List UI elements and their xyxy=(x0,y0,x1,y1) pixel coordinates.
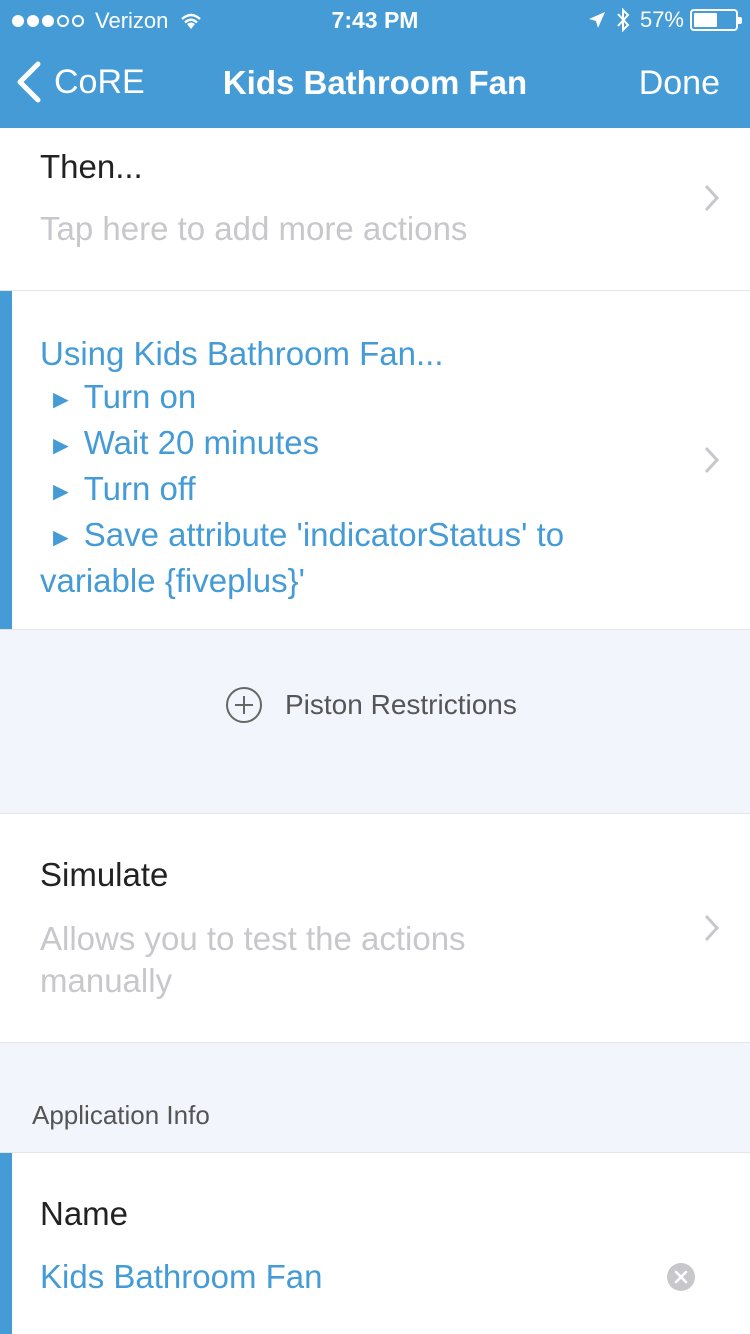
action-item: ► Turn off xyxy=(48,470,196,507)
bluetooth-icon xyxy=(617,8,630,32)
battery-level-fill xyxy=(694,13,717,27)
status-right: 57% xyxy=(588,7,742,33)
header-bar: Verizon 7:43 PM 57% CoRE Kids Bathroom F… xyxy=(0,0,750,128)
done-button[interactable]: Done xyxy=(639,64,720,103)
arrow-right-icon: ► xyxy=(48,476,74,506)
restrictions-label: Piston Restrictions xyxy=(285,689,517,720)
simulate-title: Simulate xyxy=(40,856,169,893)
chevron-right-icon xyxy=(704,914,720,942)
chevron-right-icon xyxy=(704,446,720,474)
restrictions-section: Piston Restrictions xyxy=(0,630,750,813)
accent-bar xyxy=(0,291,12,629)
back-button[interactable]: CoRE xyxy=(14,60,145,104)
location-icon xyxy=(588,12,605,28)
action-item: ► Turn on xyxy=(48,378,197,415)
then-title: Then... xyxy=(40,148,143,185)
chevron-left-icon xyxy=(17,61,41,103)
action-item: ► Wait 20 minutes xyxy=(48,424,320,461)
chevron-right-icon xyxy=(704,184,720,212)
then-row[interactable]: Then... Tap here to add more actions xyxy=(0,128,750,290)
actions-list: Using Kids Bathroom Fan... ► Turn on ► Wai… xyxy=(40,332,564,602)
arrow-right-icon: ► xyxy=(48,522,74,552)
arrow-right-icon: ► xyxy=(48,430,74,460)
plus-circle-icon xyxy=(226,687,262,723)
actions-row[interactable]: Using Kids Bathroom Fan... ► Turn on ► Wai… xyxy=(0,291,750,629)
then-subtitle: Tap here to add more actions xyxy=(40,210,468,247)
action-item-continuation: variable {fiveplus}' xyxy=(40,562,305,599)
navigation-bar: CoRE Kids Bathroom Fan Done xyxy=(0,40,750,128)
battery-icon xyxy=(690,9,742,31)
accent-bar xyxy=(0,1153,12,1334)
name-label: Name xyxy=(40,1195,129,1232)
simulate-row[interactable]: Simulate Allows you to test the actions … xyxy=(0,814,750,1042)
section-header: Application Info xyxy=(32,1100,210,1130)
back-label: CoRE xyxy=(54,62,145,101)
piston-restrictions-button[interactable]: Piston Restrictions xyxy=(225,686,517,724)
simulate-subtitle: Allows you to test the actions manually xyxy=(40,920,466,999)
name-field-row[interactable]: Name Kids Bathroom Fan xyxy=(0,1153,750,1334)
actions-header: Using Kids Bathroom Fan... xyxy=(40,335,444,372)
name-input[interactable]: Kids Bathroom Fan xyxy=(40,1255,322,1298)
application-info-section: Application Info xyxy=(0,1043,750,1152)
battery-percentage: 57% xyxy=(639,7,684,32)
clear-icon[interactable] xyxy=(667,1263,695,1291)
status-bar: Verizon 7:43 PM 57% xyxy=(0,0,750,40)
arrow-right-icon: ► xyxy=(48,384,74,414)
action-item: ► Save attribute 'indicatorStatus' to xyxy=(48,516,565,553)
